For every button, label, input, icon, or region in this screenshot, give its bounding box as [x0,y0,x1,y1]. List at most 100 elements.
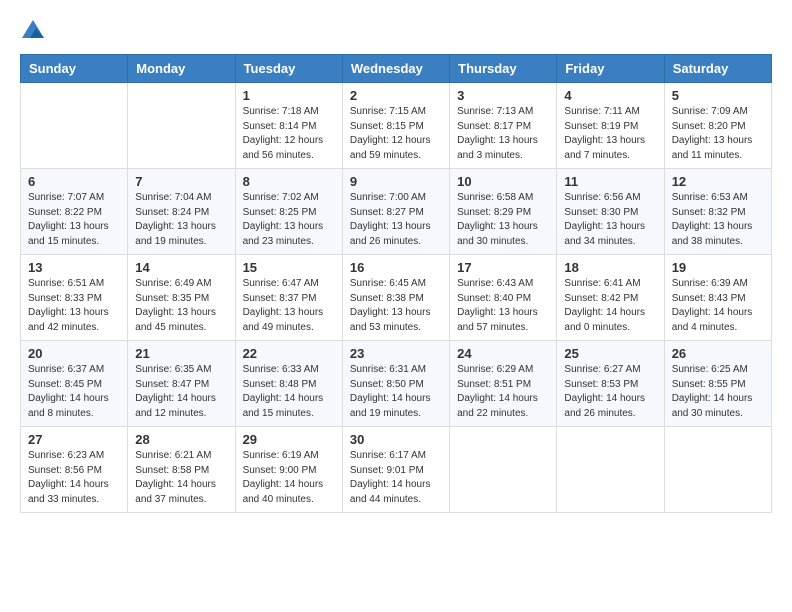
day-number: 15 [243,260,335,275]
day-detail: Sunrise: 6:47 AMSunset: 8:37 PMDaylight:… [243,277,335,335]
day-number: 25 [564,346,656,361]
calendar-cell [450,427,557,513]
calendar-cell: 20 Sunrise: 6:37 AMSunset: 8:45 PMDayligh… [21,341,128,427]
day-number: 6 [28,174,120,189]
day-detail: Sunrise: 7:18 AMSunset: 8:14 PMDaylight:… [243,105,335,163]
day-detail: Sunrise: 6:53 AMSunset: 8:32 PMDaylight:… [672,191,764,249]
calendar-cell: 28 Sunrise: 6:21 AMSunset: 8:58 PMDayligh… [128,427,235,513]
day-number: 20 [28,346,120,361]
calendar-cell: 18 Sunrise: 6:41 AMSunset: 8:42 PMDayligh… [557,255,664,341]
day-detail: Sunrise: 6:29 AMSunset: 8:51 PMDaylight:… [457,363,549,421]
col-monday: Monday [128,55,235,83]
day-detail: Sunrise: 6:31 AMSunset: 8:50 PMDaylight:… [350,363,442,421]
calendar-cell: 16 Sunrise: 6:45 AMSunset: 8:38 PMDayligh… [342,255,449,341]
day-number: 16 [350,260,442,275]
calendar-cell: 9 Sunrise: 7:00 AMSunset: 8:27 PMDaylight… [342,169,449,255]
calendar-cell: 22 Sunrise: 6:33 AMSunset: 8:48 PMDayligh… [235,341,342,427]
day-detail: Sunrise: 6:33 AMSunset: 8:48 PMDaylight:… [243,363,335,421]
day-detail: Sunrise: 6:51 AMSunset: 8:33 PMDaylight:… [28,277,120,335]
day-detail: Sunrise: 7:04 AMSunset: 8:24 PMDaylight:… [135,191,227,249]
calendar-cell: 2 Sunrise: 7:15 AMSunset: 8:15 PMDaylight… [342,83,449,169]
day-detail: Sunrise: 7:02 AMSunset: 8:25 PMDaylight:… [243,191,335,249]
logo-icon [22,20,44,38]
calendar-cell: 30 Sunrise: 6:17 AMSunset: 9:01 PMDayligh… [342,427,449,513]
day-detail: Sunrise: 6:23 AMSunset: 8:56 PMDaylight:… [28,449,120,507]
calendar-cell: 25 Sunrise: 6:27 AMSunset: 8:53 PMDayligh… [557,341,664,427]
day-detail: Sunrise: 6:45 AMSunset: 8:38 PMDaylight:… [350,277,442,335]
calendar-cell: 11 Sunrise: 6:56 AMSunset: 8:30 PMDayligh… [557,169,664,255]
calendar-cell: 10Sunrise: 6:58 AMSunset: 8:29 PMDayligh… [450,169,557,255]
calendar-cell: 6 Sunrise: 7:07 AMSunset: 8:22 PMDaylight… [21,169,128,255]
day-detail: Sunrise: 6:39 AMSunset: 8:43 PMDaylight:… [672,277,764,335]
day-detail: Sunrise: 6:21 AMSunset: 8:58 PMDaylight:… [135,449,227,507]
calendar-cell [128,83,235,169]
day-number: 22 [243,346,335,361]
calendar-cell: 13 Sunrise: 6:51 AMSunset: 8:33 PMDayligh… [21,255,128,341]
col-tuesday: Tuesday [235,55,342,83]
calendar-cell: 3 Sunrise: 7:13 AMSunset: 8:17 PMDaylight… [450,83,557,169]
day-number: 14 [135,260,227,275]
calendar-header-row: Sunday Monday Tuesday Wednesday Thursday… [21,55,772,83]
day-number: 1 [243,88,335,103]
day-detail: Sunrise: 7:15 AMSunset: 8:15 PMDaylight:… [350,105,442,163]
day-detail: Sunrise: 7:07 AMSunset: 8:22 PMDaylight:… [28,191,120,249]
calendar-cell: 29Sunrise: 6:19 AMSunset: 9:00 PMDayligh… [235,427,342,513]
header [20,20,772,38]
calendar-cell: 7 Sunrise: 7:04 AMSunset: 8:24 PMDaylight… [128,169,235,255]
day-detail: Sunrise: 6:37 AMSunset: 8:45 PMDaylight:… [28,363,120,421]
day-detail: Sunrise: 7:11 AMSunset: 8:19 PMDaylight:… [564,105,656,163]
day-number: 11 [564,174,656,189]
day-number: 13 [28,260,120,275]
day-detail: Sunrise: 6:19 AMSunset: 9:00 PMDaylight:… [243,449,335,507]
day-detail: Sunrise: 6:41 AMSunset: 8:42 PMDaylight:… [564,277,656,335]
calendar-cell: 15 Sunrise: 6:47 AMSunset: 8:37 PMDayligh… [235,255,342,341]
day-number: 2 [350,88,442,103]
day-number: 8 [243,174,335,189]
calendar-cell: 19 Sunrise: 6:39 AMSunset: 8:43 PMDayligh… [664,255,771,341]
calendar-cell [557,427,664,513]
day-number: 10 [457,174,549,189]
calendar-cell: 21 Sunrise: 6:35 AMSunset: 8:47 PMDayligh… [128,341,235,427]
day-number: 12 [672,174,764,189]
day-detail: Sunrise: 7:09 AMSunset: 8:20 PMDaylight:… [672,105,764,163]
day-number: 7 [135,174,227,189]
calendar-cell [664,427,771,513]
calendar-table: Sunday Monday Tuesday Wednesday Thursday… [20,54,772,513]
calendar-cell: 23 Sunrise: 6:31 AMSunset: 8:50 PMDayligh… [342,341,449,427]
day-number: 19 [672,260,764,275]
day-detail: Sunrise: 7:13 AMSunset: 8:17 PMDaylight:… [457,105,549,163]
logo [20,20,44,38]
col-friday: Friday [557,55,664,83]
day-detail: Sunrise: 6:56 AMSunset: 8:30 PMDaylight:… [564,191,656,249]
calendar-cell: 12 Sunrise: 6:53 AMSunset: 8:32 PMDayligh… [664,169,771,255]
calendar-cell: 14Sunrise: 6:49 AMSunset: 8:35 PMDayligh… [128,255,235,341]
day-detail: Sunrise: 6:43 AMSunset: 8:40 PMDaylight:… [457,277,549,335]
calendar-cell: 27 Sunrise: 6:23 AMSunset: 8:56 PMDayligh… [21,427,128,513]
day-number: 23 [350,346,442,361]
day-number: 28 [135,432,227,447]
day-detail: Sunrise: 6:27 AMSunset: 8:53 PMDaylight:… [564,363,656,421]
day-number: 4 [564,88,656,103]
day-number: 17 [457,260,549,275]
day-number: 30 [350,432,442,447]
day-number: 26 [672,346,764,361]
day-detail: Sunrise: 7:00 AMSunset: 8:27 PMDaylight:… [350,191,442,249]
day-number: 3 [457,88,549,103]
day-detail: Sunrise: 6:35 AMSunset: 8:47 PMDaylight:… [135,363,227,421]
calendar-cell: 4 Sunrise: 7:11 AMSunset: 8:19 PMDaylight… [557,83,664,169]
col-thursday: Thursday [450,55,557,83]
day-detail: Sunrise: 6:25 AMSunset: 8:55 PMDaylight:… [672,363,764,421]
day-number: 18 [564,260,656,275]
calendar-cell: 5 Sunrise: 7:09 AMSunset: 8:20 PMDaylight… [664,83,771,169]
day-number: 21 [135,346,227,361]
calendar-cell: 17 Sunrise: 6:43 AMSunset: 8:40 PMDayligh… [450,255,557,341]
calendar-cell [21,83,128,169]
calendar-cell: 24 Sunrise: 6:29 AMSunset: 8:51 PMDayligh… [450,341,557,427]
day-number: 9 [350,174,442,189]
calendar-cell: 8 Sunrise: 7:02 AMSunset: 8:25 PMDaylight… [235,169,342,255]
calendar-cell: 1 Sunrise: 7:18 AMSunset: 8:14 PMDaylight… [235,83,342,169]
day-number: 24 [457,346,549,361]
day-number: 27 [28,432,120,447]
day-number: 5 [672,88,764,103]
day-detail: Sunrise: 6:17 AMSunset: 9:01 PMDaylight:… [350,449,442,507]
